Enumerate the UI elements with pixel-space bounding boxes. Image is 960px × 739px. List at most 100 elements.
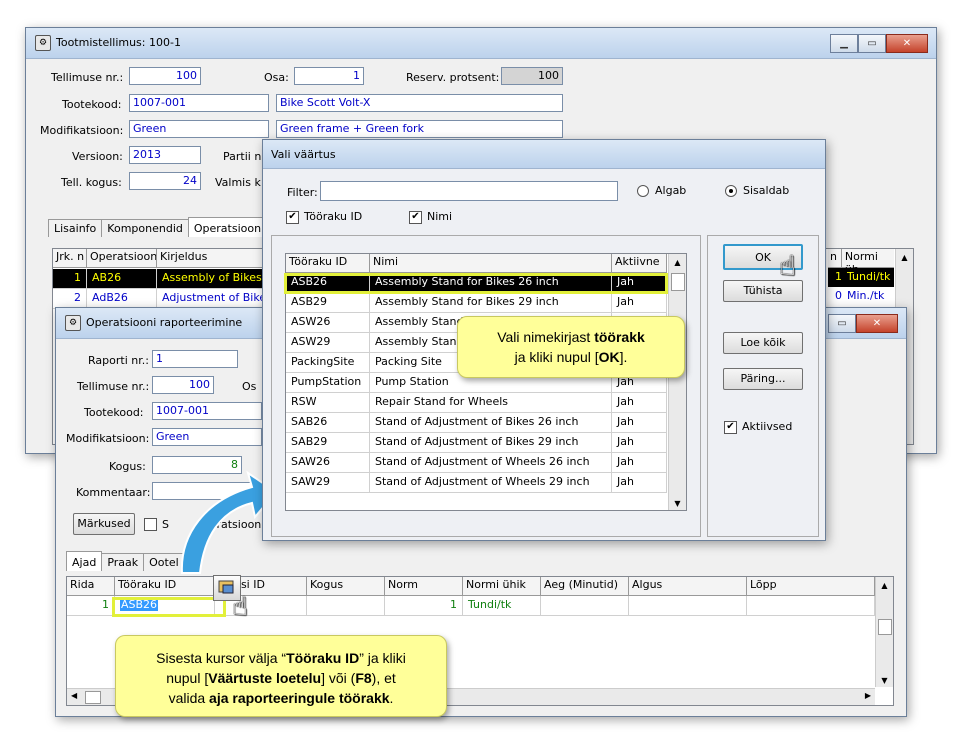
report-no-field[interactable]: 1 xyxy=(152,350,238,368)
production-order-titlebar: ⚙ Tootmistellimus: 100-1 ▁ ▭ ✕ xyxy=(26,28,936,59)
notes-button[interactable]: Märkused xyxy=(73,513,135,535)
scroll-thumb[interactable] xyxy=(671,273,685,291)
cell-id: PumpStation xyxy=(286,373,370,392)
callout-text: ja kliki nupul [ xyxy=(514,349,599,365)
cell-algus[interactable] xyxy=(629,596,747,615)
callout-bold: töörakk xyxy=(594,329,645,345)
col-normi-uhik[interactable]: Normi ühik xyxy=(463,577,541,595)
col-norm[interactable]: Norm xyxy=(385,577,463,595)
col-algus[interactable]: Algus xyxy=(629,577,747,595)
tab-lisainfo[interactable]: Lisainfo xyxy=(48,219,103,237)
cell-active: Jah xyxy=(612,473,667,492)
list-item[interactable]: SAW29 Stand of Adjustment of Wheels 29 in… xyxy=(286,473,667,493)
load-all-button[interactable]: Loe kõik xyxy=(723,332,803,354)
col-lopp[interactable]: Lõpp xyxy=(747,577,875,595)
product-code-field[interactable]: 1007-001 xyxy=(129,94,269,112)
table-row[interactable]: 2 AdB26 Adjustment of Bikes xyxy=(53,289,267,309)
col-n: n xyxy=(828,249,842,267)
cancel-button[interactable]: Tühista xyxy=(723,280,803,302)
cell-id: SAW26 xyxy=(286,453,370,472)
value-list-scrollbar[interactable]: ▲ ▼ xyxy=(668,254,686,510)
close-icon[interactable]: ✕ xyxy=(886,34,928,53)
modification-field[interactable]: Green xyxy=(129,120,269,138)
active-only-checkbox[interactable]: ✔ xyxy=(724,421,737,434)
maximize-icon[interactable]: ▭ xyxy=(828,314,856,333)
tab-komponendid[interactable]: Komponendid xyxy=(101,219,189,237)
field-highlight xyxy=(112,597,226,617)
cell-unit: Tundi/tk xyxy=(463,596,541,615)
scroll-up-icon[interactable]: ▲ xyxy=(896,253,913,262)
col-aeg[interactable]: Aeg (Minutid) xyxy=(541,577,629,595)
caption-buttons: ▁ ▭ ✕ xyxy=(830,34,928,53)
cell-name: Repair Stand for Wheels xyxy=(370,393,612,412)
scroll-up-icon[interactable]: ▲ xyxy=(876,581,893,590)
callout-bold: Tööraku ID xyxy=(286,650,360,666)
col-name[interactable]: Nimi xyxy=(370,254,612,272)
list-item[interactable]: ASB29 Assembly Stand for Bikes 29 inch Jah xyxy=(286,293,667,313)
hscroll-thumb[interactable] xyxy=(85,691,101,704)
reserve-field: 100 xyxy=(501,67,563,85)
col-id-checkbox[interactable]: ✔ xyxy=(286,211,299,224)
operation-checkbox[interactable] xyxy=(144,518,157,531)
qty-field[interactable]: 24 xyxy=(129,172,201,190)
report-product-field[interactable]: 1007-001 xyxy=(152,402,262,420)
window-title: Tootmistellimus: 100-1 xyxy=(56,36,181,49)
query-button[interactable]: Päring... xyxy=(723,368,803,390)
part-field[interactable]: 1 xyxy=(294,67,364,85)
version-field[interactable]: 2013 xyxy=(129,146,201,164)
cell-rida: 1 xyxy=(67,596,115,615)
tab-praak[interactable]: Praak xyxy=(101,553,145,571)
cell-name: Assembly Stand for Bikes 29 inch xyxy=(370,293,612,312)
list-item[interactable]: RSW Repair Stand for Wheels Jah xyxy=(286,393,667,413)
col-active[interactable]: Aktiivne xyxy=(612,254,667,272)
col-jrk[interactable]: Jrk. n xyxy=(53,249,87,267)
cell-unit: Tundi/tk xyxy=(847,270,891,283)
report-modification-field[interactable]: Green xyxy=(152,428,262,446)
reserve-label: Reserv. protsent: xyxy=(406,71,500,84)
report-title: Operatsiooni raporteerimine xyxy=(86,316,243,329)
col-kirjeldus[interactable]: Kirjeldus xyxy=(157,249,267,267)
minimize-icon[interactable]: ▁ xyxy=(830,34,858,53)
cell-name: Stand of Adjustment of Bikes 26 inch xyxy=(370,413,612,432)
contains-radio[interactable] xyxy=(725,185,737,197)
col-kogus[interactable]: Kogus xyxy=(307,577,385,595)
callout-bold: aja raporteeringule töörakk xyxy=(209,690,390,706)
cell-id: ASW26 xyxy=(286,313,370,332)
report-order-field[interactable]: 100 xyxy=(152,376,214,394)
scroll-up-icon[interactable]: ▲ xyxy=(669,258,686,267)
cell-lopp[interactable] xyxy=(747,596,875,615)
scroll-right-icon[interactable]: ▶ xyxy=(865,691,871,700)
maximize-icon[interactable]: ▭ xyxy=(858,34,886,53)
cell-kogus[interactable] xyxy=(307,596,385,615)
times-vscrollbar[interactable]: ▲ ▼ xyxy=(875,577,893,687)
dialog-callout: Vali nimekirjast töörakk ja kliki nupul … xyxy=(457,316,685,378)
col-rida[interactable]: Rida xyxy=(67,577,115,595)
cell-id: PackingSite xyxy=(286,353,370,372)
tab-ajad[interactable]: Ajad xyxy=(66,551,103,571)
order-no-field[interactable]: 100 xyxy=(129,67,201,85)
list-item[interactable]: SAW26 Stand of Adjustment of Wheels 26 in… xyxy=(286,453,667,473)
starts-radio[interactable] xyxy=(637,185,649,197)
col-normi-uhik: Normi üh xyxy=(844,250,878,276)
scroll-down-icon[interactable]: ▼ xyxy=(876,676,893,685)
filter-input[interactable] xyxy=(320,181,618,201)
callout-bold: F8 xyxy=(355,670,372,686)
list-item[interactable]: SAB26 Stand of Adjustment of Bikes 26 inc… xyxy=(286,413,667,433)
cell-aeg[interactable] xyxy=(541,596,629,615)
callout-text: ” ja kliki xyxy=(359,650,406,666)
batch-label: Partii n xyxy=(223,150,262,163)
scroll-down-icon[interactable]: ▼ xyxy=(669,499,686,508)
col-name-checkbox[interactable]: ✔ xyxy=(409,211,422,224)
scroll-thumb[interactable] xyxy=(878,619,892,635)
scroll-left-icon[interactable]: ◀ xyxy=(71,691,77,700)
table-row[interactable]: 1 AB26 Assembly of Bikes 2 xyxy=(53,269,267,289)
hand-cursor-icon: ☝ xyxy=(779,249,797,282)
cell-unit: Min./tk xyxy=(847,289,885,302)
comment-label: Kommentaar: xyxy=(76,486,151,499)
cell-n: 1 xyxy=(835,270,842,283)
col-id[interactable]: Tööraku ID xyxy=(286,254,370,272)
list-item[interactable]: SAB29 Stand of Adjustment of Bikes 29 inc… xyxy=(286,433,667,453)
cell-id: SAB26 xyxy=(286,413,370,432)
col-operatsiooni[interactable]: Operatsiooni xyxy=(87,249,157,267)
close-icon[interactable]: ✕ xyxy=(856,314,898,333)
